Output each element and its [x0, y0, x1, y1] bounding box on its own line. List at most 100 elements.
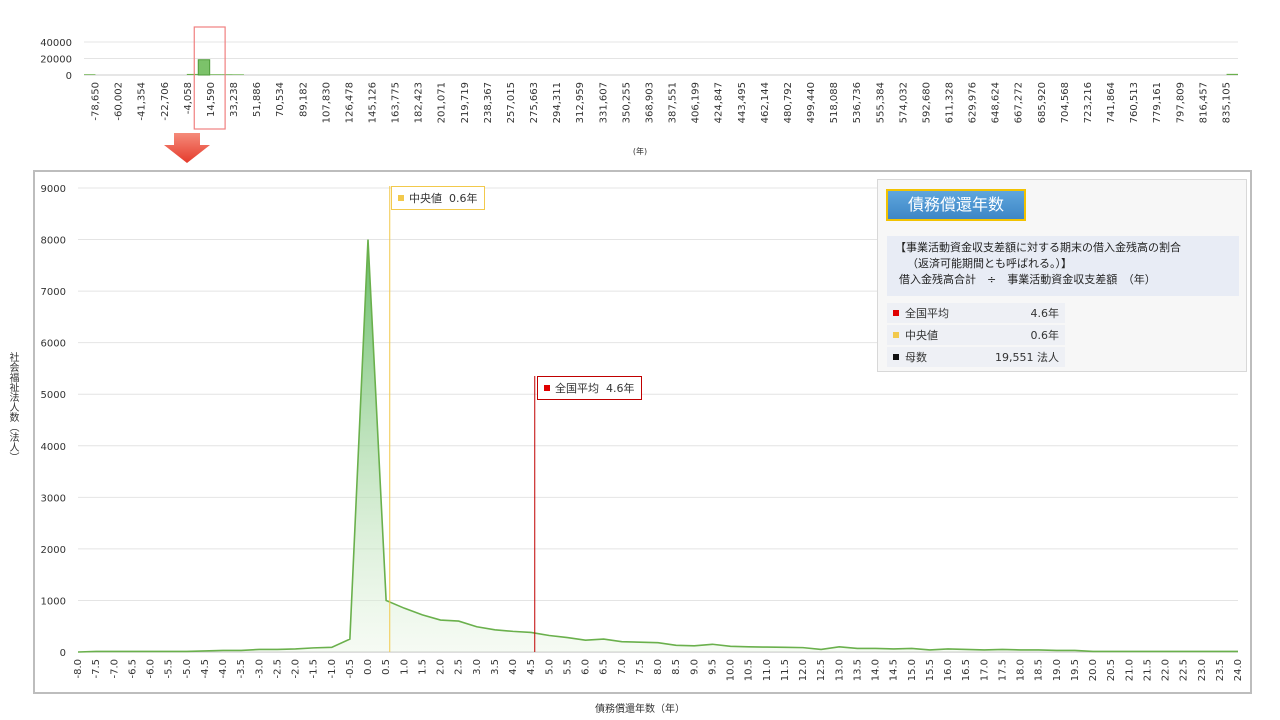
- main-x-tick: -7.5: [91, 659, 102, 679]
- main-x-tick: 22.5: [1179, 659, 1190, 681]
- main-x-tick: -8.0: [73, 659, 84, 679]
- main-x-tick: 16.0: [943, 659, 954, 681]
- main-x-tick: 15.0: [907, 659, 918, 681]
- definition-line-2: （返済可能期間とも呼ばれる。）】: [907, 257, 1072, 270]
- info-row-label: 中央値: [905, 329, 938, 342]
- population-square-icon: [893, 354, 899, 360]
- main-x-tick: -3.5: [236, 659, 247, 679]
- main-x-tick: -1.5: [309, 659, 320, 679]
- main-x-tick: 7.5: [635, 659, 646, 675]
- main-x-tick: 3.0: [472, 659, 483, 675]
- main-x-tick: 8.5: [671, 659, 682, 675]
- y-axis-title: 社会福祉法人数（法人）: [7, 352, 18, 462]
- definition-line-3: 借入金残高合計 ÷ 事業活動資金収支差額 （年）: [899, 273, 1156, 286]
- main-x-tick: 18.5: [1034, 659, 1045, 681]
- main-x-tick: 5.5: [562, 659, 573, 675]
- main-x-tick: -3.0: [254, 659, 265, 679]
- average-annotation: 全国平均 4.6年: [537, 376, 642, 400]
- main-x-tick: 1.5: [417, 659, 428, 675]
- main-x-tick: 13.0: [834, 659, 845, 681]
- main-y-tick: 2000: [41, 545, 66, 556]
- info-row-label: 全国平均: [905, 307, 949, 320]
- median-square-icon: [893, 332, 899, 338]
- main-x-tick: 11.0: [762, 659, 773, 681]
- main-x-tick: 14.0: [871, 659, 882, 681]
- main-x-tick: -1.0: [327, 659, 338, 679]
- definition-line-1: 【事業活動資金収支差額に対する期末の借入金残高の割合: [895, 241, 1181, 254]
- main-x-tick: 5.0: [544, 659, 555, 675]
- main-x-tick: 6.5: [599, 659, 610, 675]
- main-x-tick: 17.5: [997, 659, 1008, 681]
- main-x-tick: -5.5: [164, 659, 175, 679]
- main-x-tick: 9.0: [689, 659, 700, 675]
- main-x-tick: 1.0: [399, 659, 410, 675]
- main-x-tick: 10.0: [726, 659, 737, 681]
- main-y-tick: 0: [60, 648, 66, 659]
- main-x-tick: 15.5: [925, 659, 936, 681]
- main-x-tick: 0.0: [363, 659, 374, 675]
- info-row-label: 母数: [905, 351, 927, 364]
- main-x-tick: 23.5: [1215, 659, 1226, 681]
- main-x-tick: 18.0: [1016, 659, 1027, 681]
- main-x-tick: 12.5: [816, 659, 827, 681]
- main-y-tick: 7000: [41, 287, 66, 298]
- main-x-tick: 21.5: [1142, 659, 1153, 681]
- main-x-tick: 6.0: [581, 659, 592, 675]
- main-x-tick: -7.0: [109, 659, 120, 679]
- main-x-tick: 10.5: [744, 659, 755, 681]
- info-row-value: 4.6年: [963, 303, 1065, 323]
- median-annotation: 中央値 0.6年: [391, 186, 485, 210]
- main-x-tick: 9.5: [707, 659, 718, 675]
- info-row-value: 0.6年: [963, 325, 1065, 345]
- main-x-tick: 2.5: [454, 659, 465, 675]
- main-x-tick: -2.5: [272, 659, 283, 679]
- main-x-tick: 24.0: [1233, 659, 1244, 681]
- main-x-tick: 14.5: [889, 659, 900, 681]
- main-x-tick: -5.0: [182, 659, 193, 679]
- main-x-tick: 19.5: [1070, 659, 1081, 681]
- main-y-tick: 6000: [41, 339, 66, 350]
- main-y-tick: 5000: [41, 390, 66, 401]
- main-y-tick: 9000: [41, 184, 66, 195]
- main-x-tick: -2.0: [291, 659, 302, 679]
- main-x-tick: 3.5: [490, 659, 501, 675]
- average-marker-icon: [544, 385, 550, 391]
- main-x-tick: 12.0: [798, 659, 809, 681]
- main-x-tick: -6.0: [146, 659, 157, 679]
- main-y-tick: 3000: [41, 493, 66, 504]
- main-x-tick: 16.5: [961, 659, 972, 681]
- average-annotation-value: 4.6年: [606, 382, 635, 395]
- main-x-tick: 8.0: [653, 659, 664, 675]
- average-annotation-label: 全国平均: [555, 382, 599, 395]
- main-y-tick: 8000: [41, 236, 66, 247]
- x-axis-title: 債務償還年数（年）: [595, 704, 685, 715]
- info-table: 全国平均 4.6年 中央値 0.6年 母数 19,551 法人: [887, 301, 1065, 369]
- info-row-population: 母数 19,551 法人: [887, 347, 1065, 367]
- main-y-tick: 4000: [41, 442, 66, 453]
- main-x-tick: 20.5: [1106, 659, 1117, 681]
- info-row-average: 全国平均 4.6年: [887, 303, 1065, 323]
- median-annotation-label: 中央値: [409, 192, 442, 205]
- main-x-tick: -4.5: [200, 659, 211, 679]
- main-y-tick: 1000: [41, 596, 66, 607]
- median-marker-icon: [398, 195, 404, 201]
- main-x-tick: 22.0: [1161, 659, 1172, 681]
- main-x-tick: -6.5: [127, 659, 138, 679]
- info-row-median: 中央値 0.6年: [887, 325, 1065, 345]
- main-x-tick: 13.5: [852, 659, 863, 681]
- info-title: 債務償還年数: [886, 189, 1026, 221]
- main-x-tick: 2.0: [436, 659, 447, 675]
- main-x-tick: 17.0: [979, 659, 990, 681]
- main-x-tick: 21.0: [1124, 659, 1135, 681]
- main-x-tick: -4.0: [218, 659, 229, 679]
- average-square-icon: [893, 310, 899, 316]
- main-x-tick: 11.5: [780, 659, 791, 681]
- info-definition: 【事業活動資金収支差額に対する期末の借入金残高の割合 （返済可能期間とも呼ばれる…: [887, 236, 1239, 296]
- main-x-tick: 7.0: [617, 659, 628, 675]
- info-panel: 債務償還年数 【事業活動資金収支差額に対する期末の借入金残高の割合 （返済可能期…: [877, 179, 1247, 372]
- main-x-tick: 19.0: [1052, 659, 1063, 681]
- main-x-tick: 4.5: [526, 659, 537, 675]
- median-annotation-value: 0.6年: [449, 192, 478, 205]
- info-row-value: 19,551 法人: [963, 347, 1065, 367]
- main-x-tick: -0.5: [345, 659, 356, 679]
